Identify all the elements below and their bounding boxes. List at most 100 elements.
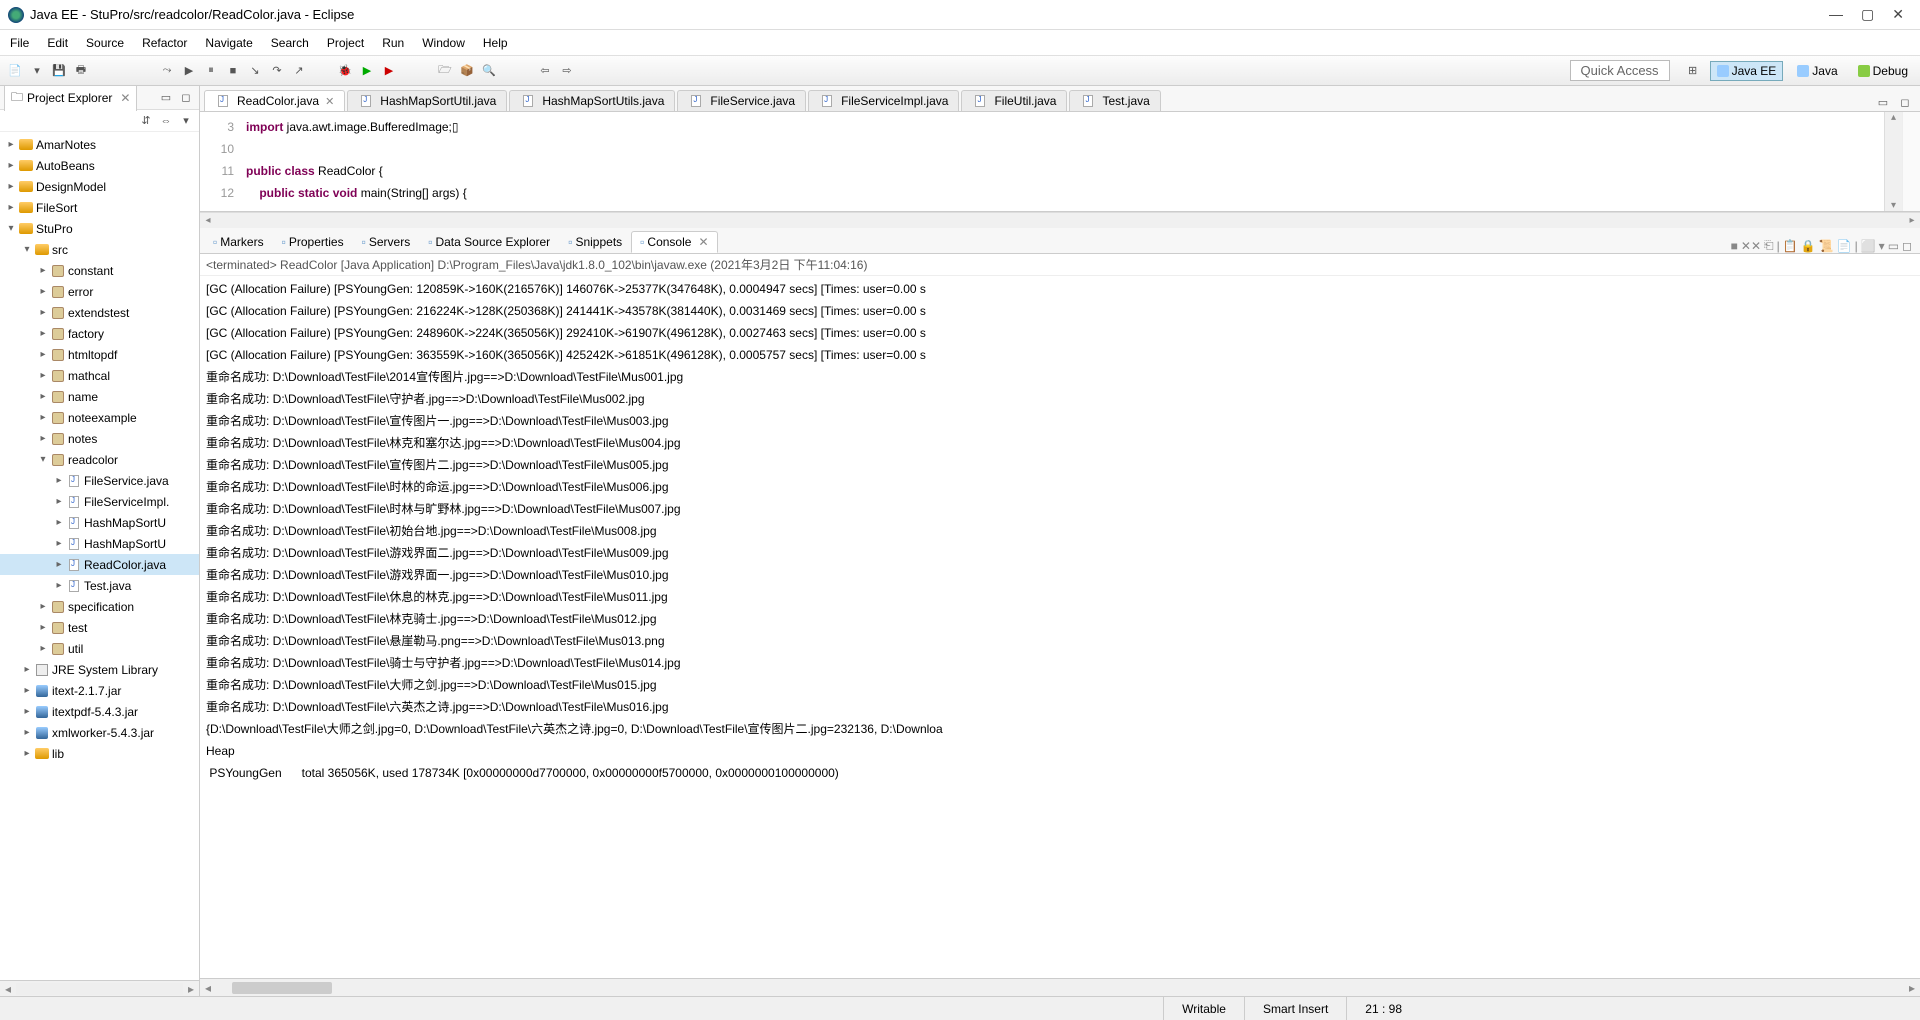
- editor-tab-fileserviceimpl-java[interactable]: FileServiceImpl.java: [808, 90, 959, 111]
- scroll-down-icon[interactable]: ▾: [1891, 200, 1896, 211]
- view-menu-icon[interactable]: ▾: [177, 112, 195, 130]
- tree-item-specification[interactable]: ▸specification: [0, 596, 199, 617]
- new-button[interactable]: 📄: [6, 62, 24, 80]
- scroll-track[interactable]: [16, 983, 183, 995]
- bottom-tab-markers[interactable]: ▫Markers: [204, 231, 273, 253]
- link-editor-icon[interactable]: ⇔: [157, 112, 175, 130]
- tree-item-fileservice-java[interactable]: ▸FileService.java: [0, 470, 199, 491]
- console-hscroll[interactable]: ◂ ▸: [200, 978, 1920, 996]
- tree-item-autobeans[interactable]: ▸AutoBeans: [0, 155, 199, 176]
- search-icon[interactable]: 🔍: [480, 62, 498, 80]
- debug-skip-icon[interactable]: ⤳: [158, 62, 176, 80]
- close-icon[interactable]: ✕: [120, 91, 130, 105]
- collapse-all-icon[interactable]: ⇵: [137, 112, 155, 130]
- pause-icon[interactable]: ⏸: [202, 62, 220, 80]
- scroll-left-icon[interactable]: ◂: [200, 981, 216, 995]
- run-external-button[interactable]: ▶: [380, 62, 398, 80]
- console-tool-icon[interactable]: ▭: [1888, 239, 1899, 253]
- bottom-tab-properties[interactable]: ▫Properties: [273, 231, 353, 253]
- open-perspective-icon[interactable]: ⊞: [1684, 62, 1702, 80]
- twist-icon[interactable]: ▸: [4, 160, 18, 171]
- console-tool-icon[interactable]: ⎗: [1764, 238, 1774, 253]
- menu-run[interactable]: Run: [382, 36, 404, 50]
- tree-item-notes[interactable]: ▸notes: [0, 428, 199, 449]
- save-all-button[interactable]: 🖶: [72, 62, 90, 80]
- tree-item-stupro[interactable]: ▾StuPro: [0, 218, 199, 239]
- tree-item-itext-2-1-7-jar[interactable]: ▸itext-2.1.7.jar: [0, 680, 199, 701]
- run-button[interactable]: ▶: [358, 62, 376, 80]
- twist-icon[interactable]: ▸: [36, 328, 50, 339]
- tree-item-lib[interactable]: ▸lib: [0, 743, 199, 764]
- new-package-icon[interactable]: 📦: [458, 62, 476, 80]
- editor-tab-fileservice-java[interactable]: FileService.java: [677, 90, 806, 111]
- project-tree[interactable]: ▸AmarNotes▸AutoBeans▸DesignModel▸FileSor…: [0, 132, 199, 980]
- console-output[interactable]: [GC (Allocation Failure) [PSYoungGen: 12…: [200, 276, 1920, 978]
- menu-navigate[interactable]: Navigate: [205, 36, 252, 50]
- step-into-icon[interactable]: ↘: [246, 62, 264, 80]
- tree-item-constant[interactable]: ▸constant: [0, 260, 199, 281]
- editor-tab-readcolor-java[interactable]: ReadColor.java✕: [204, 90, 345, 111]
- bottom-tab-snippets[interactable]: ▫Snippets: [559, 231, 631, 253]
- scroll-right-icon[interactable]: ▸: [183, 982, 199, 996]
- min-editor-icon[interactable]: ▭: [1874, 93, 1892, 111]
- twist-icon[interactable]: ▸: [20, 664, 34, 675]
- tree-item-readcolor[interactable]: ▾readcolor: [0, 449, 199, 470]
- tree-item-noteexample[interactable]: ▸noteexample: [0, 407, 199, 428]
- scroll-left-icon[interactable]: ◂: [200, 215, 216, 226]
- max-editor-icon[interactable]: ◻: [1896, 93, 1914, 111]
- twist-icon[interactable]: ▸: [36, 643, 50, 654]
- console-tool-icon[interactable]: ◻: [1902, 239, 1912, 253]
- tree-item-test[interactable]: ▸test: [0, 617, 199, 638]
- console-tool-icon[interactable]: 🔒: [1801, 239, 1816, 253]
- console-tool-icon[interactable]: 📄: [1837, 239, 1852, 253]
- tree-item-error[interactable]: ▸error: [0, 281, 199, 302]
- twist-icon[interactable]: ▸: [52, 538, 66, 549]
- console-tool-icon[interactable]: ✕✕: [1741, 239, 1761, 253]
- twist-icon[interactable]: ▸: [36, 370, 50, 381]
- scroll-right-icon[interactable]: ▸: [1904, 981, 1920, 995]
- console-tool-icon[interactable]: 📜: [1819, 239, 1834, 253]
- tree-item-factory[interactable]: ▸factory: [0, 323, 199, 344]
- explorer-hscroll[interactable]: ◂ ▸: [0, 980, 199, 996]
- resume-icon[interactable]: ▶: [180, 62, 198, 80]
- twist-icon[interactable]: ▸: [36, 286, 50, 297]
- tree-item-jre-system-library[interactable]: ▸JRE System Library: [0, 659, 199, 680]
- minimize-view-icon[interactable]: ▭: [157, 89, 175, 107]
- maximize-view-icon[interactable]: ◻: [177, 89, 195, 107]
- twist-icon[interactable]: ▾: [4, 223, 18, 234]
- minimize-button[interactable]: ―: [1829, 6, 1843, 23]
- twist-icon[interactable]: ▸: [4, 181, 18, 192]
- tree-item-hashmapsortu[interactable]: ▸HashMapSortU: [0, 533, 199, 554]
- dropdown-icon[interactable]: ▾: [28, 62, 46, 80]
- tree-item-designmodel[interactable]: ▸DesignModel: [0, 176, 199, 197]
- twist-icon[interactable]: ▸: [36, 412, 50, 423]
- twist-icon[interactable]: ▸: [20, 706, 34, 717]
- twist-icon[interactable]: ▸: [36, 601, 50, 612]
- perspective-java[interactable]: Java: [1791, 62, 1843, 80]
- close-tab-icon[interactable]: ✕: [698, 235, 708, 249]
- twist-icon[interactable]: ▸: [36, 349, 50, 360]
- scroll-thumb[interactable]: [232, 982, 332, 994]
- editor-tab-fileutil-java[interactable]: FileUtil.java: [961, 90, 1067, 111]
- perspective-java-ee[interactable]: Java EE: [1710, 61, 1784, 81]
- bottom-tab-data-source-explorer[interactable]: ▫Data Source Explorer: [419, 231, 559, 253]
- menu-help[interactable]: Help: [483, 36, 508, 50]
- twist-icon[interactable]: ▸: [52, 559, 66, 570]
- project-explorer-tab[interactable]: 🗀 Project Explorer ✕: [4, 85, 137, 111]
- scroll-left-icon[interactable]: ◂: [0, 982, 16, 996]
- tree-item-src[interactable]: ▾src: [0, 239, 199, 260]
- tree-item-extendstest[interactable]: ▸extendstest: [0, 302, 199, 323]
- step-over-icon[interactable]: ↷: [268, 62, 286, 80]
- console-tool-icon[interactable]: 📋: [1783, 239, 1798, 253]
- editor-vscroll[interactable]: ▴ ▾: [1884, 112, 1902, 211]
- tree-item-mathcal[interactable]: ▸mathcal: [0, 365, 199, 386]
- bottom-tab-servers[interactable]: ▫Servers: [353, 231, 420, 253]
- menu-refactor[interactable]: Refactor: [142, 36, 187, 50]
- twist-icon[interactable]: ▸: [20, 685, 34, 696]
- scroll-up-icon[interactable]: ▴: [1891, 112, 1896, 123]
- twist-icon[interactable]: ▸: [36, 391, 50, 402]
- debug-button[interactable]: 🐞: [336, 62, 354, 80]
- twist-icon[interactable]: ▸: [4, 202, 18, 213]
- perspective-debug[interactable]: Debug: [1852, 62, 1914, 80]
- nav-fwd-icon[interactable]: ⇨: [558, 62, 576, 80]
